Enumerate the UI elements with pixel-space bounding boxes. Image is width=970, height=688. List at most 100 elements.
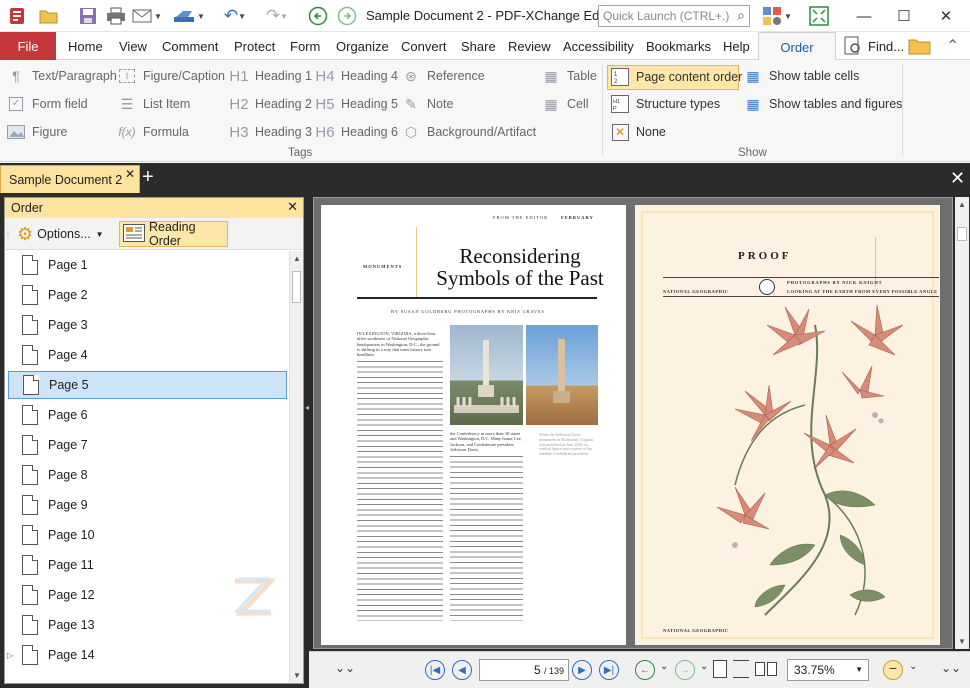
- forward-view-dropdown-icon[interactable]: ⌄: [700, 661, 708, 672]
- search-icon[interactable]: ⌕: [737, 7, 745, 24]
- tag-note-button[interactable]: ✎ Note: [401, 93, 453, 115]
- redo-icon[interactable]: ↷ ▼: [258, 5, 296, 27]
- show-tables-figures-button[interactable]: ▦ Show tables and figures: [743, 93, 902, 115]
- page-list-item[interactable]: Page 10: [8, 521, 287, 549]
- scroll-up-icon[interactable]: ▲: [958, 200, 966, 209]
- next-page-button[interactable]: ▶: [572, 660, 592, 680]
- document-scrollbar[interactable]: ▲ ▼: [955, 197, 969, 649]
- page-list-item[interactable]: Page 3: [8, 311, 287, 339]
- zoom-out-button[interactable]: −: [883, 660, 903, 680]
- tag-cell-button[interactable]: ▦ Cell: [541, 93, 588, 115]
- structure-types-button[interactable]: H1 P Structure types: [610, 93, 720, 115]
- panel-scrollbar[interactable]: ▲ ▼: [289, 251, 303, 683]
- app-logo-icon[interactable]: [6, 5, 28, 27]
- back-view-dropdown-icon[interactable]: ⌄: [660, 661, 668, 672]
- expand-arrow-icon[interactable]: ▷: [7, 651, 13, 660]
- expand-options-icon[interactable]: ⌄⌄: [335, 661, 355, 675]
- scroll-down-icon[interactable]: ▼: [958, 637, 966, 646]
- menu-view[interactable]: View: [119, 39, 147, 54]
- first-page-button[interactable]: |◀: [425, 660, 445, 680]
- page-number-input[interactable]: 5 / 139: [479, 659, 569, 681]
- fullscreen-icon[interactable]: [807, 5, 831, 27]
- forward-nav-icon[interactable]: [336, 5, 358, 27]
- menu-file[interactable]: File: [0, 32, 56, 60]
- print-icon[interactable]: [104, 5, 128, 27]
- page-list-item[interactable]: Page 9: [8, 491, 287, 519]
- menu-comment[interactable]: Comment: [162, 39, 218, 54]
- zoom-select[interactable]: 33.75% ▼: [787, 659, 869, 681]
- last-page-button[interactable]: ▶|: [599, 660, 619, 680]
- previous-page-button[interactable]: ◀: [452, 660, 472, 680]
- pdf-page-right[interactable]: PROOF PHOTOGRAPHS BY NICK KNIGHT NATIONA…: [635, 205, 940, 645]
- show-table-cells-button[interactable]: ▦ Show table cells: [743, 65, 859, 87]
- menu-bookmarks[interactable]: Bookmarks: [646, 39, 711, 54]
- quick-launch-input[interactable]: Quick Launch (CTRL+.) ⌕: [598, 5, 750, 27]
- zoom-dropdown-icon[interactable]: ⌄: [909, 661, 917, 672]
- scroll-thumb[interactable]: [292, 271, 301, 303]
- close-panel-icon[interactable]: ✕: [287, 199, 298, 215]
- back-nav-icon[interactable]: [307, 5, 329, 27]
- tag-text-paragraph-button[interactable]: ¶ Text/Paragraph: [6, 65, 117, 87]
- close-window-button[interactable]: ✕: [928, 4, 964, 28]
- page-list-item-selected[interactable]: Page 5: [8, 371, 287, 399]
- menu-home[interactable]: Home: [68, 39, 103, 54]
- open-folder-icon[interactable]: [36, 5, 62, 27]
- tag-heading1-button[interactable]: H1 Heading 1: [229, 65, 312, 87]
- menu-form[interactable]: Form: [290, 39, 320, 54]
- save-icon[interactable]: [76, 5, 100, 27]
- page-list-item[interactable]: Page 4: [8, 341, 287, 369]
- close-tab-icon[interactable]: ✕: [125, 167, 135, 181]
- options-button[interactable]: ⚙ Options... ▼: [17, 222, 104, 246]
- tag-formula-button[interactable]: f(x) Formula: [117, 121, 189, 143]
- tag-heading3-button[interactable]: H3 Heading 3: [229, 121, 312, 143]
- tag-list-item-button[interactable]: ☰ List Item: [117, 93, 191, 115]
- document-view[interactable]: FROM THE EDITOR FEBRUARY MONUMENTS Recon…: [313, 197, 953, 649]
- show-none-button[interactable]: ✕ None: [610, 121, 666, 143]
- menu-order[interactable]: Order: [758, 32, 836, 61]
- minimize-button[interactable]: —: [846, 4, 882, 28]
- tag-background-artifact-button[interactable]: ⬡ Background/Artifact: [401, 121, 536, 143]
- collapse-ribbon-icon[interactable]: ⌃: [946, 36, 959, 56]
- tag-table-button[interactable]: ▦ Table: [541, 65, 597, 87]
- customize-icon[interactable]: ▼: [758, 5, 796, 27]
- menu-share[interactable]: Share: [461, 39, 496, 54]
- page-list-item[interactable]: Page 6: [8, 401, 287, 429]
- menu-convert[interactable]: Convert: [401, 39, 447, 54]
- tag-heading2-button[interactable]: H2 Heading 2: [229, 93, 312, 115]
- two-page-icon[interactable]: [755, 660, 779, 678]
- folder-search-icon[interactable]: [908, 36, 932, 59]
- continuous-icon[interactable]: [733, 660, 749, 678]
- email-icon[interactable]: ▼: [132, 5, 162, 27]
- back-view-button[interactable]: ←: [635, 660, 655, 680]
- menu-review[interactable]: Review: [508, 39, 551, 54]
- document-tab[interactable]: Sample Document 2 ✕: [0, 165, 140, 193]
- undo-icon[interactable]: ↶ ▼: [220, 5, 250, 27]
- single-page-icon[interactable]: [713, 660, 727, 678]
- new-tab-icon[interactable]: +: [142, 166, 154, 189]
- page-list-item[interactable]: Page 2: [8, 281, 287, 309]
- page-list-item[interactable]: Page 1: [8, 251, 287, 279]
- tag-reference-button[interactable]: ⊛ Reference: [401, 65, 485, 87]
- expand-options-icon[interactable]: ⌄⌄: [941, 661, 961, 675]
- close-all-tabs-icon[interactable]: ✕: [950, 168, 965, 189]
- page-list-item[interactable]: Page 7: [8, 431, 287, 459]
- scroll-down-icon[interactable]: ▼: [293, 671, 301, 680]
- scroll-thumb[interactable]: [957, 227, 967, 241]
- tag-heading5-button[interactable]: H5 Heading 5: [315, 93, 398, 115]
- menu-protect[interactable]: Protect: [234, 39, 275, 54]
- menu-organize[interactable]: Organize: [336, 39, 389, 54]
- tag-figure-button[interactable]: Figure: [6, 121, 67, 143]
- find-button[interactable]: Find...: [844, 36, 904, 56]
- menu-accessibility[interactable]: Accessibility: [563, 39, 634, 54]
- scan-icon[interactable]: ▼: [170, 5, 208, 27]
- tag-heading6-button[interactable]: H6 Heading 6: [315, 121, 398, 143]
- scroll-up-icon[interactable]: ▲: [293, 254, 301, 263]
- tag-form-field-button[interactable]: ✓ Form field: [6, 93, 88, 115]
- menu-help[interactable]: Help: [723, 39, 750, 54]
- tag-figure-caption-button[interactable]: I Figure/Caption: [117, 65, 225, 87]
- pdf-page-left[interactable]: FROM THE EDITOR FEBRUARY MONUMENTS Recon…: [321, 205, 626, 645]
- page-list-item[interactable]: Page 8: [8, 461, 287, 489]
- reading-order-button[interactable]: Reading Order: [119, 220, 228, 248]
- forward-view-button[interactable]: →: [675, 660, 695, 680]
- page-list-item[interactable]: ▷ Page 14: [7, 641, 287, 669]
